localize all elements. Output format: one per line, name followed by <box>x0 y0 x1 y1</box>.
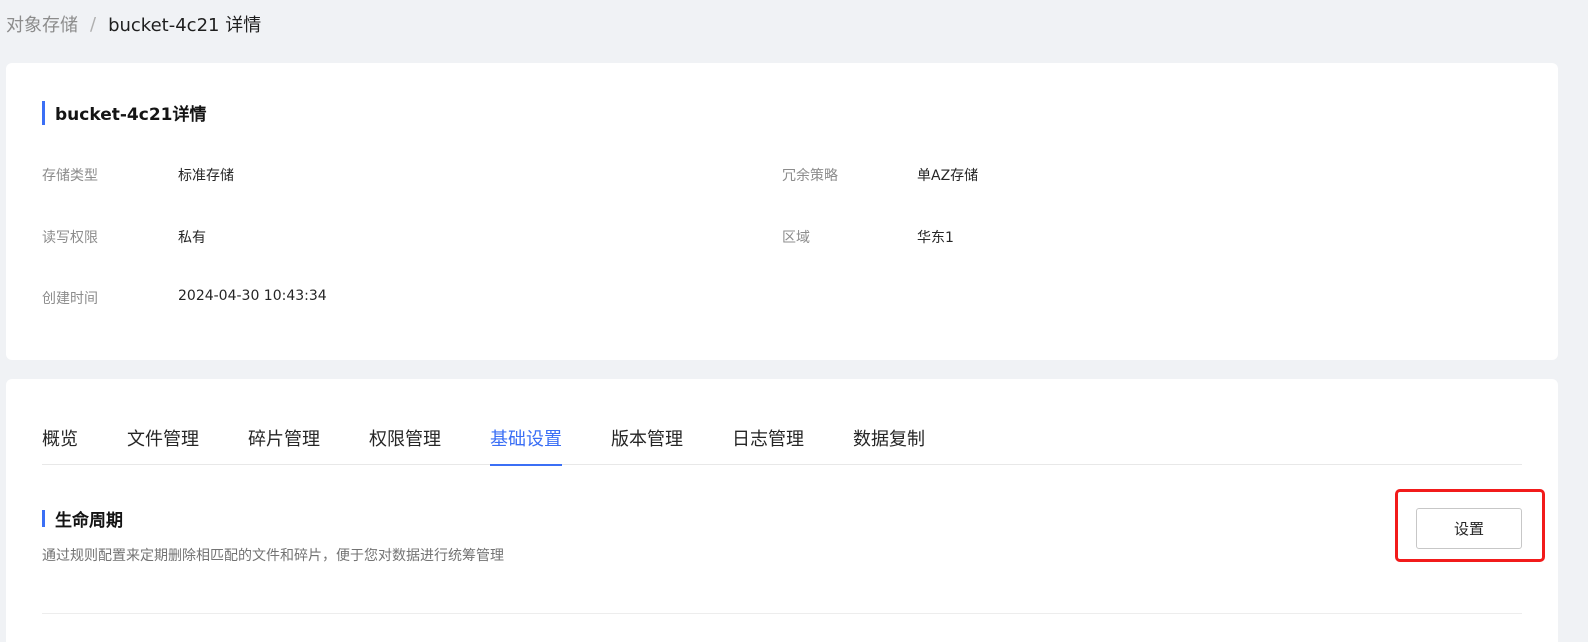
storage-type-label: 存储类型 <box>42 168 98 184</box>
tab-fragment-management[interactable]: 碎片管理 <box>248 415 320 465</box>
region-value: 华东1 <box>917 230 954 246</box>
lifecycle-description: 通过规则配置来定期删除相匹配的文件和碎片，便于您对数据进行统筹管理 <box>42 548 504 564</box>
lifecycle-settings-button[interactable]: 设置 <box>1416 508 1522 549</box>
bucket-info-title: bucket-4c21详情 <box>42 100 206 125</box>
tab-file-management[interactable]: 文件管理 <box>127 415 199 465</box>
redundancy-value: 单AZ存储 <box>917 168 979 184</box>
bucket-tabs: 概览 文件管理 碎片管理 权限管理 基础设置 版本管理 日志管理 数据复制 <box>42 415 1522 466</box>
lifecycle-title: 生命周期 <box>42 506 123 531</box>
lifecycle-accent-bar <box>42 510 45 527</box>
permission-label: 读写权限 <box>42 230 98 246</box>
region-label: 区域 <box>782 230 810 246</box>
breadcrumb-separator: / <box>90 13 97 35</box>
redundancy-label: 冗余策略 <box>782 168 838 184</box>
bucket-info-title-text: bucket-4c21详情 <box>55 105 207 125</box>
bucket-settings-card: 概览 文件管理 碎片管理 权限管理 基础设置 版本管理 日志管理 数据复制 生命… <box>6 379 1558 642</box>
permission-value: 私有 <box>178 230 206 246</box>
tab-version-management[interactable]: 版本管理 <box>611 415 683 465</box>
tab-overview[interactable]: 概览 <box>42 415 78 465</box>
breadcrumb-object-storage-link[interactable]: 对象存储 <box>6 11 78 37</box>
storage-type-value: 标准存储 <box>178 168 234 184</box>
created-time-label: 创建时间 <box>42 291 98 307</box>
tab-log-management[interactable]: 日志管理 <box>732 415 804 465</box>
section-divider <box>42 613 1522 614</box>
tab-data-replication[interactable]: 数据复制 <box>853 415 925 465</box>
tab-basic-settings[interactable]: 基础设置 <box>490 415 562 466</box>
lifecycle-title-text: 生命周期 <box>55 511 123 531</box>
title-accent-bar <box>42 100 45 125</box>
breadcrumb-current: bucket-4c21 详情 <box>108 15 262 36</box>
created-time-value: 2024-04-30 10:43:34 <box>178 288 327 304</box>
bucket-info-card: bucket-4c21详情 存储类型 标准存储 冗余策略 单AZ存储 读写权限 … <box>6 63 1558 360</box>
breadcrumb: 对象存储 / bucket-4c21 详情 <box>6 11 262 37</box>
tab-permission-management[interactable]: 权限管理 <box>369 415 441 465</box>
